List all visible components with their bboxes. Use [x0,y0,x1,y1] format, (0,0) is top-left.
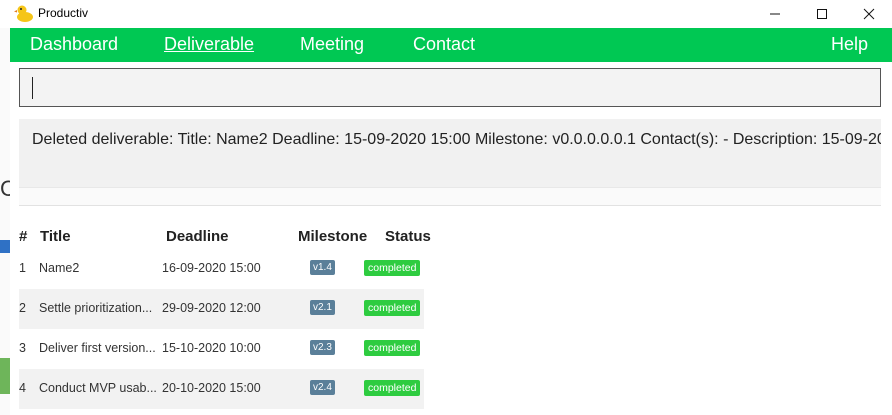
menu-help[interactable]: Help [831,34,868,55]
background-window-edge: C [0,28,10,415]
table-header: # Title Deadline Milestone Status [10,228,450,248]
row-deadline: 16-09-2020 15:00 [162,261,261,275]
header-milestone: Milestone [298,228,368,245]
menu-dashboard[interactable]: Dashboard [30,34,118,55]
minimize-icon [770,13,780,15]
maximize-button[interactable] [799,0,845,28]
row-title: Conduct MVP usab... [39,381,157,395]
row-number: 2 [19,301,26,315]
result-display: Deleted deliverable: Title: Name2 Deadli… [19,119,881,206]
row-deadline: 20-10-2020 15:00 [162,381,261,395]
row-deadline: 29-09-2020 12:00 [162,301,261,315]
milestone-badge: v2.3 [310,340,335,355]
milestone-badge: v2.4 [310,380,335,395]
table-row[interactable]: 1 Name2 16-09-2020 15:00 v1.4 completed [19,249,424,289]
table-row[interactable]: 2 Settle prioritization... 29-09-2020 12… [19,289,424,329]
main-panel: Deleted deliverable: Title: Name2 Deadli… [10,62,892,415]
header-deadline: Deadline [166,228,229,245]
menu-bar: Dashboard Deliverable Meeting Contact He… [10,28,892,62]
text-caret [32,77,33,99]
background-stripe [0,240,10,253]
row-number: 4 [19,381,26,395]
status-badge: completed [364,340,421,356]
command-input[interactable] [19,68,881,107]
row-number: 3 [19,341,26,355]
result-scrollbar[interactable] [19,187,881,205]
header-number: # [19,228,28,245]
duck-icon [14,5,33,22]
menu-deliverable[interactable]: Deliverable [164,34,254,55]
result-message: Deleted deliverable: Title: Name2 Deadli… [32,131,881,148]
row-title: Deliver first version... [39,341,156,355]
status-badge: completed [364,380,421,396]
close-icon [863,8,875,20]
window-title: Productiv [38,6,89,20]
close-button[interactable] [846,0,892,28]
status-badge: completed [364,300,421,316]
table-row[interactable]: 4 Conduct MVP usab... 20-10-2020 15:00 v… [19,369,424,409]
status-badge: completed [364,260,421,276]
row-title: Name2 [39,261,80,275]
menu-contact[interactable]: Contact [413,34,475,55]
menu-meeting[interactable]: Meeting [300,34,364,55]
row-deadline: 15-10-2020 10:00 [162,341,261,355]
header-title: Title [40,228,71,245]
table-row[interactable]: 3 Deliver first version... 15-10-2020 10… [19,329,424,369]
header-status: Status [385,228,431,245]
background-glyph: C [0,176,10,201]
background-stripe [0,358,10,394]
milestone-badge: v2.1 [310,300,335,315]
milestone-badge: v1.4 [310,260,335,275]
row-title: Settle prioritization... [39,301,153,315]
maximize-icon [817,9,827,19]
minimize-button[interactable] [752,0,798,28]
title-bar: Productiv [0,0,892,28]
row-number: 1 [19,261,26,275]
